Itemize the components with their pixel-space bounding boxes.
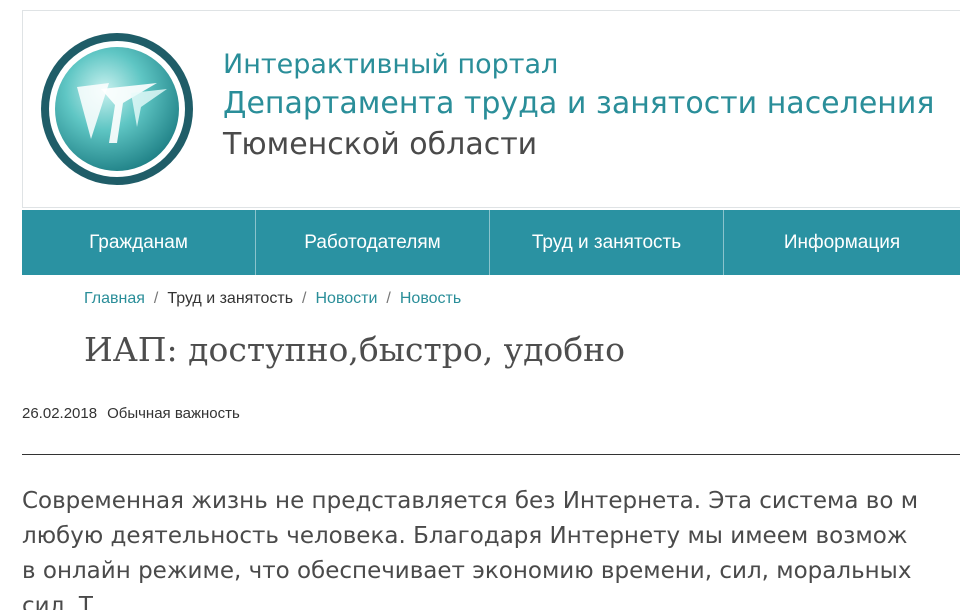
article-date: 26.02.2018 [22,405,98,422]
portal-title: Интерактивный портал Департамента труда … [223,51,934,160]
article-line: сил. Т [22,593,93,610]
site-header: Интерактивный портал Департамента труда … [22,10,960,208]
nav-item-labor-employment[interactable]: Труд и занятость [490,210,724,275]
portal-title-line2: Департамента труда и занятости населения [223,86,935,121]
main-nav: Гражданам Работодателям Труд и занятость… [22,210,960,275]
portal-logo-icon[interactable] [39,31,195,187]
article-line: Современная жизнь не представляется без … [22,488,919,514]
breadcrumb-separator: / [302,290,307,307]
page-title: ИАП: доступно,быстро, удобно [84,330,626,369]
article-meta: 26.02.2018 Обычная важность [22,405,240,422]
breadcrumb-news-item[interactable]: Новость [400,290,461,307]
breadcrumb-labor-employment: Труд и занятость [167,290,294,307]
nav-item-employers[interactable]: Работодателям [256,210,490,275]
article-body: Современная жизнь не представляется без … [22,484,960,610]
portal-title-line1: Интерактивный портал [223,49,559,80]
article-importance: Обычная важность [107,405,240,422]
divider [22,454,960,455]
portal-title-line3: Тюменской области [223,127,538,162]
nav-item-information[interactable]: Информация [724,210,960,275]
breadcrumb: Главная / Труд и занятость / Новости / Новость [84,290,461,308]
breadcrumb-home[interactable]: Главная [84,290,145,307]
article-line: в онлайн режиме, что обеспечивает эконом… [22,558,912,584]
article-line: любую деятельность человека. Благодаря И… [22,523,908,549]
breadcrumb-separator: / [386,290,391,307]
page: Интерактивный портал Департамента труда … [0,0,960,610]
breadcrumb-separator: / [153,290,159,307]
breadcrumb-news[interactable]: Новости [315,290,377,307]
nav-item-citizens[interactable]: Гражданам [22,210,256,275]
